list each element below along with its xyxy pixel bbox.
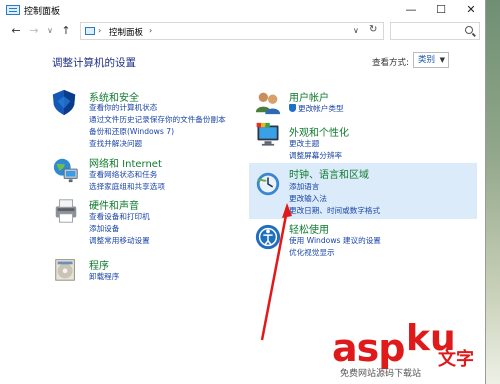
watermark-caption: 免费网站源码下载站 bbox=[340, 369, 422, 379]
watermark-brand-a: asp bbox=[332, 326, 405, 370]
control-panel-window: 控制面板 — ☐ ✕ ← → ∨ ↑ › 控制面板 › ∨ ↻ 调整计算机的设置… bbox=[0, 0, 486, 384]
watermark-suffix: 文字 bbox=[438, 349, 474, 370]
